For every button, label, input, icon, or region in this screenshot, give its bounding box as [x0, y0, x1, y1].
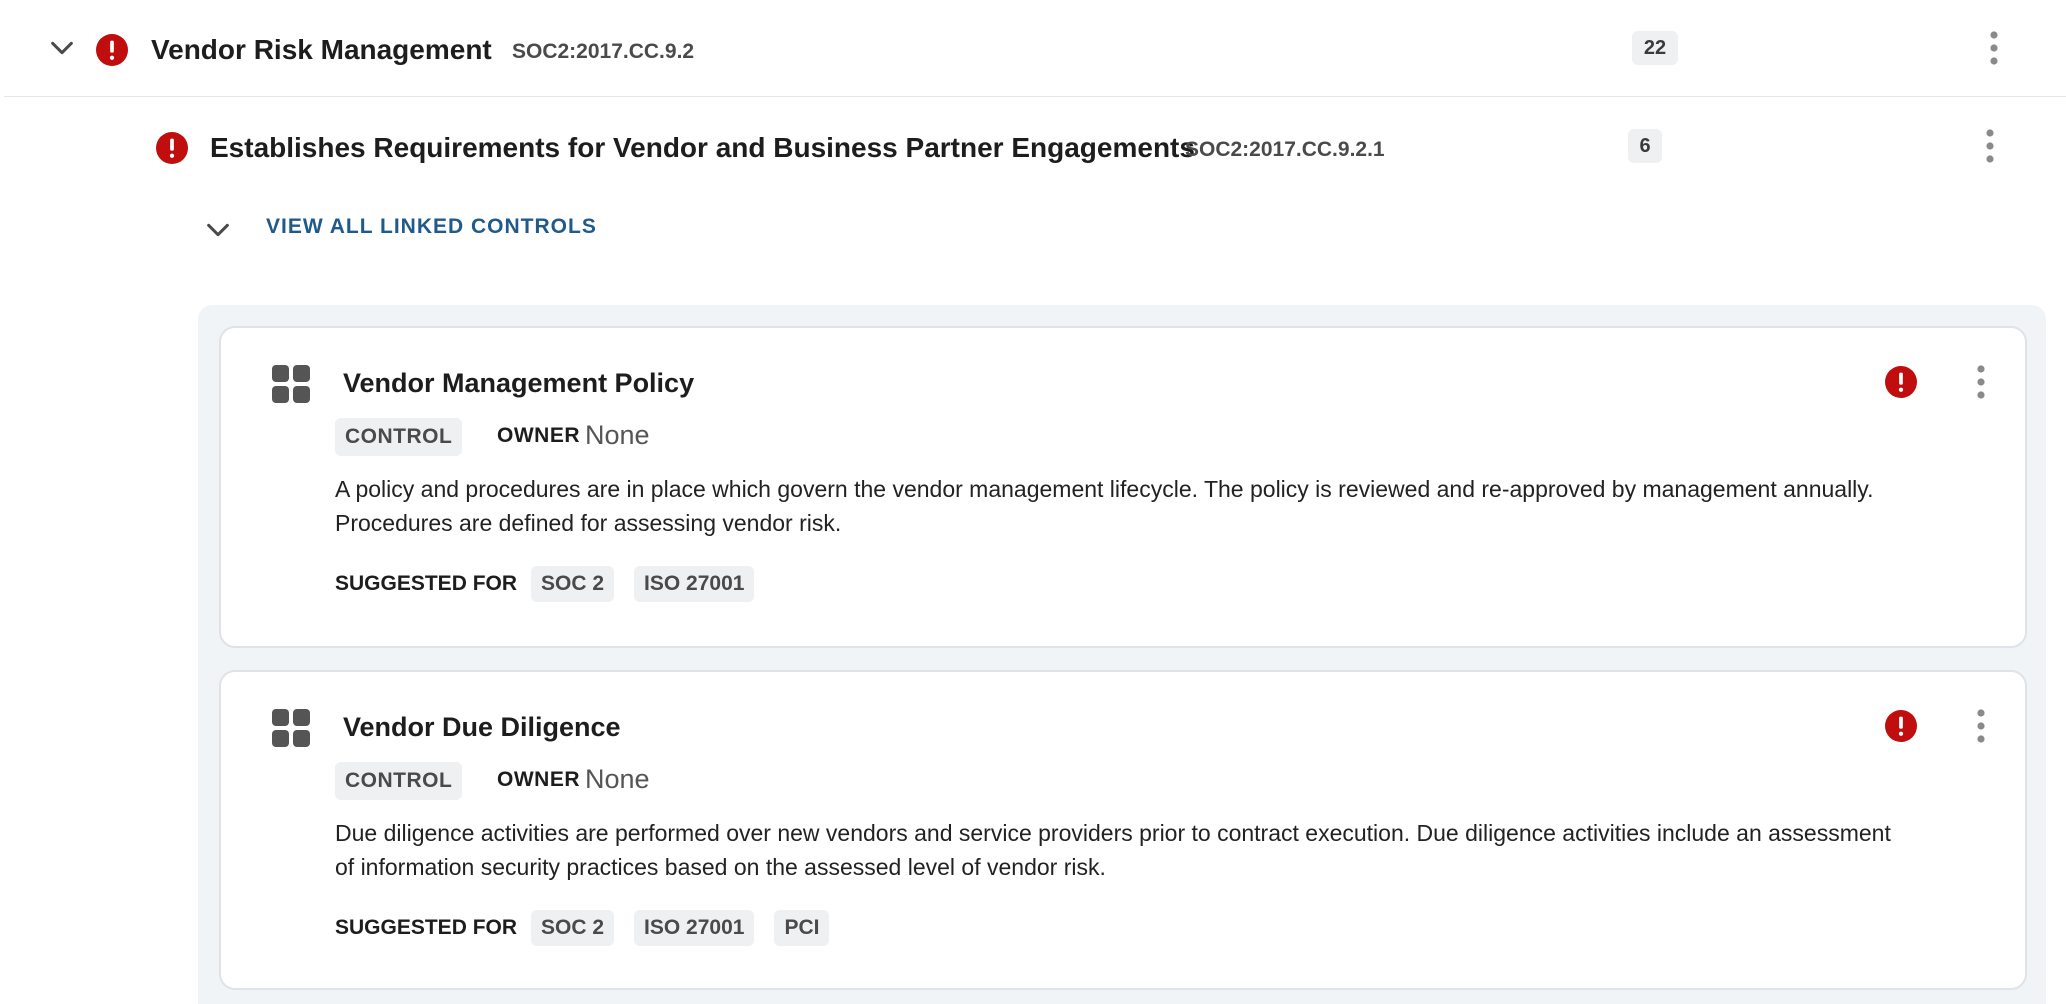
alert-circle-icon — [156, 132, 188, 164]
alert-circle-icon — [1885, 366, 1917, 398]
suggested-for-label: SUGGESTED FOR — [335, 572, 518, 595]
alert-circle-icon — [96, 34, 128, 66]
more-vertical-icon[interactable] — [1973, 708, 1989, 744]
suggested-for-tags: SOC 2 ISO 27001 — [531, 566, 755, 602]
sub-requirement-count-badge: 6 — [1628, 129, 1662, 163]
more-vertical-icon[interactable] — [1986, 30, 2002, 66]
control-type-chip: CONTROL — [335, 762, 463, 800]
grid-icon — [271, 364, 311, 404]
owner-value[interactable]: None — [585, 420, 650, 451]
view-all-linked-controls-link[interactable]: VIEW ALL LINKED CONTROLS — [266, 215, 597, 239]
framework-tag: ISO 27001 — [634, 566, 755, 602]
suggested-for-tags: SOC 2 ISO 27001 PCI — [531, 910, 830, 946]
control-card[interactable]: Vendor Management Policy CONTROL OWNER N… — [219, 326, 2027, 648]
requirement-row[interactable]: Vendor Risk Management SOC2:2017.CC.9.2 … — [4, 0, 2066, 97]
framework-tag: PCI — [774, 910, 830, 946]
chevron-down-icon[interactable] — [48, 34, 76, 62]
owner-label: OWNER — [497, 768, 580, 791]
control-card[interactable]: Vendor Due Diligence CONTROL OWNER None … — [219, 670, 2027, 990]
requirement-code: SOC2:2017.CC.9.2 — [512, 40, 695, 63]
chevron-down-icon[interactable] — [204, 216, 232, 244]
grid-icon — [271, 708, 311, 748]
control-title[interactable]: Vendor Management Policy — [343, 368, 694, 399]
control-description: A policy and procedures are in place whi… — [335, 476, 1874, 536]
control-type-chip: CONTROL — [335, 418, 463, 456]
suggested-for-label: SUGGESTED FOR — [335, 916, 518, 939]
alert-circle-icon — [1885, 710, 1917, 742]
framework-tag: ISO 27001 — [634, 910, 755, 946]
owner-label: OWNER — [497, 424, 580, 447]
requirement-title: Vendor Risk Management — [151, 34, 492, 65]
more-vertical-icon[interactable] — [1973, 364, 1989, 400]
sub-requirement-title: Establishes Requirements for Vendor and … — [210, 132, 1195, 163]
framework-tag: SOC 2 — [531, 566, 615, 602]
owner-value[interactable]: None — [585, 764, 650, 795]
control-title[interactable]: Vendor Due Diligence — [343, 712, 621, 743]
sub-requirement-code: SOC2:2017.CC.9.2.1 — [1185, 138, 1385, 161]
more-vertical-icon[interactable] — [1982, 128, 1998, 164]
control-description: Due diligence activities are performed o… — [335, 820, 1891, 880]
framework-tag: SOC 2 — [531, 910, 615, 946]
requirement-count-badge: 22 — [1632, 31, 1678, 65]
